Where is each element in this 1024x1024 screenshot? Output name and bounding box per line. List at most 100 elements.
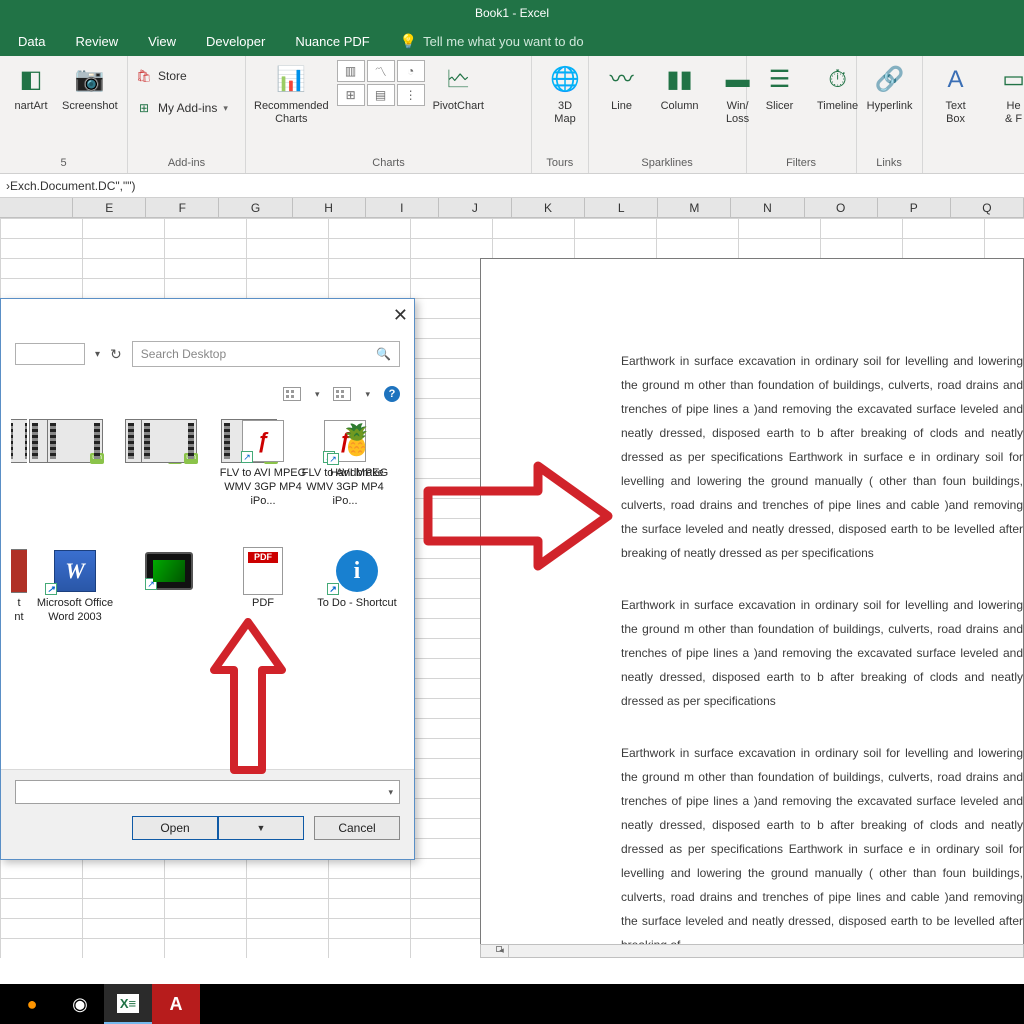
- colhdr-g[interactable]: G: [219, 198, 292, 217]
- word-icon: W↗: [47, 549, 103, 593]
- tab-review[interactable]: Review: [75, 34, 118, 49]
- colhdr-p[interactable]: P: [878, 198, 951, 217]
- search-input[interactable]: Search Desktop 🔍: [132, 341, 400, 367]
- titlebar: Book1 - Excel: [0, 0, 1024, 26]
- tell-me[interactable]: 💡 Tell me what you want to do: [400, 33, 584, 50]
- 3dmap-button[interactable]: 🌐 3D Map: [540, 60, 590, 126]
- chevron-down-icon[interactable]: ▾: [95, 349, 100, 360]
- taskbar-firefox[interactable]: ●: [8, 984, 56, 1024]
- chart-type-grid[interactable]: ▥ 〽 ◔ ⊞ ▤ ⋮: [337, 60, 425, 106]
- taskbar-excel[interactable]: X≡: [104, 984, 152, 1024]
- colhdr-q[interactable]: Q: [951, 198, 1024, 217]
- colhdr-j[interactable]: J: [439, 198, 512, 217]
- screenshot-button[interactable]: 📷 Screenshot: [62, 60, 118, 113]
- pivotchart-label: PivotChart: [433, 100, 484, 113]
- preview-pane-icon[interactable]: [333, 387, 351, 401]
- smartart-button[interactable]: ◧ nartArt: [8, 60, 54, 113]
- chevron-down-icon[interactable]: ▾: [365, 389, 370, 400]
- chart-stat-icon[interactable]: ▤: [367, 84, 395, 106]
- timeline-button[interactable]: ⏱ Timeline: [813, 60, 863, 113]
- file-item-todo[interactable]: i↗To Do - Shortcut: [311, 549, 403, 669]
- colhdr-h[interactable]: H: [293, 198, 366, 217]
- refresh-icon[interactable]: ↻: [110, 346, 122, 363]
- taskbar-acrobat[interactable]: A: [152, 984, 200, 1024]
- flash-icon: ↗: [235, 419, 291, 463]
- sparkline-column-button[interactable]: ▮▮ Column: [655, 60, 705, 113]
- open-button[interactable]: Open: [132, 816, 218, 840]
- formula-bar[interactable]: ›Exch.Document.DC",""): [0, 174, 1024, 198]
- file-item-word[interactable]: W↗ Microsoft Office Word 2003: [29, 549, 121, 669]
- taskbar: ● ◉ X≡ A: [0, 984, 1024, 1024]
- sparkline-line-label: Line: [611, 100, 632, 113]
- chart-hier-icon[interactable]: ⊞: [337, 84, 365, 106]
- um-badge-icon: um: [184, 453, 198, 464]
- help-icon[interactable]: ?: [384, 386, 400, 402]
- chevron-down-icon[interactable]: ▾: [315, 389, 320, 400]
- embed-scroll-left-icon[interactable]: ◂: [495, 945, 509, 957]
- store-button[interactable]: 🛍 Store: [136, 68, 237, 84]
- excel-icon: X≡: [117, 994, 139, 1013]
- addins-icon: ⊞: [136, 100, 152, 116]
- embed-hscroll[interactable]: ◂: [480, 944, 1024, 958]
- close-icon[interactable]: ✕: [393, 305, 408, 326]
- cancel-button[interactable]: Cancel: [314, 816, 400, 840]
- store-icon: 🛍: [136, 68, 152, 84]
- file-item-flv[interactable]: ↗FLV to AVI MPEG WMV 3GP MP4 iPo...: [217, 419, 309, 549]
- header-footer-button[interactable]: ▭ He & F: [989, 60, 1024, 126]
- open-split-button[interactable]: ▼: [218, 816, 304, 840]
- tab-data[interactable]: Data: [18, 34, 45, 49]
- colhdr-f[interactable]: F: [146, 198, 219, 217]
- tab-developer[interactable]: Developer: [206, 34, 265, 49]
- textbox-button[interactable]: A Text Box: [931, 60, 981, 126]
- tab-nuance-pdf[interactable]: Nuance PDF: [295, 34, 369, 49]
- file-label: PDF: [252, 597, 274, 611]
- myaddins-button[interactable]: ⊞ My Add-ins ▾: [136, 100, 237, 116]
- colhdr-e[interactable]: E: [73, 198, 146, 217]
- recommended-charts-button[interactable]: 📊 Recommended Charts: [254, 60, 329, 126]
- slicer-button[interactable]: ☰ Slicer: [755, 60, 805, 113]
- file-label: Microsoft Office Word 2003: [29, 597, 121, 625]
- dialog-footer: ▾ Open ▼ Cancel: [1, 769, 414, 859]
- chart-line-icon[interactable]: 〽: [367, 60, 395, 82]
- chart-scatter-icon[interactable]: ⋮: [397, 84, 425, 106]
- colhdr-l[interactable]: L: [585, 198, 658, 217]
- pivotchart-button[interactable]: 🗠 PivotChart: [433, 60, 484, 113]
- view-icons-icon[interactable]: [283, 387, 301, 401]
- taskbar-chrome[interactable]: ◉: [56, 984, 104, 1024]
- group-caption-text: [931, 167, 1016, 173]
- colhdr-i[interactable]: I: [366, 198, 439, 217]
- slicer-label: Slicer: [766, 100, 794, 113]
- search-icon: 🔍: [376, 347, 391, 361]
- video-file-icon: um: [47, 419, 103, 463]
- chart-bar-icon[interactable]: ▥: [337, 60, 365, 82]
- file-item[interactable]: um: [123, 419, 215, 549]
- address-combo[interactable]: [15, 343, 85, 365]
- smartart-label: nartArt: [14, 100, 47, 113]
- group-caption-links: Links: [865, 155, 914, 173]
- hyperlink-button[interactable]: 🔗 Hyperlink: [865, 60, 915, 113]
- tab-view[interactable]: View: [148, 34, 176, 49]
- colhdr-cut[interactable]: [0, 198, 73, 217]
- file-item-pdf[interactable]: PDF: [217, 549, 309, 669]
- colhdr-n[interactable]: N: [731, 198, 804, 217]
- group-caption-sparklines: Sparklines: [597, 155, 738, 173]
- file-item[interactable]: t nt: [11, 549, 27, 669]
- file-item-handbrake[interactable]: 🍍↗Handbrake: [311, 419, 403, 549]
- embed-paragraph-2: Earthwork in surface excavation in ordin…: [621, 593, 1023, 713]
- embed-paragraph-1: Earthwork in surface excavation in ordin…: [621, 349, 1023, 565]
- hyperlink-label: Hyperlink: [867, 100, 913, 113]
- file-item-monitor[interactable]: ↗: [123, 549, 215, 669]
- file-item[interactable]: [11, 419, 27, 549]
- file-item[interactable]: um: [29, 419, 121, 549]
- colhdr-m[interactable]: M: [658, 198, 731, 217]
- chrome-icon: ◉: [72, 994, 88, 1015]
- colhdr-o[interactable]: O: [805, 198, 878, 217]
- slicer-icon: ☰: [764, 64, 796, 96]
- colhdr-k[interactable]: K: [512, 198, 585, 217]
- filename-input[interactable]: ▾: [15, 780, 400, 804]
- ribbon-tabs: Data Review View Developer Nuance PDF 💡 …: [0, 26, 1024, 56]
- group-caption-addins: Add-ins: [136, 155, 237, 173]
- chart-pie-icon[interactable]: ◔: [397, 60, 425, 82]
- embedded-document[interactable]: Earthwork in surface excavation in ordin…: [480, 258, 1024, 946]
- sparkline-line-button[interactable]: 〰 Line: [597, 60, 647, 113]
